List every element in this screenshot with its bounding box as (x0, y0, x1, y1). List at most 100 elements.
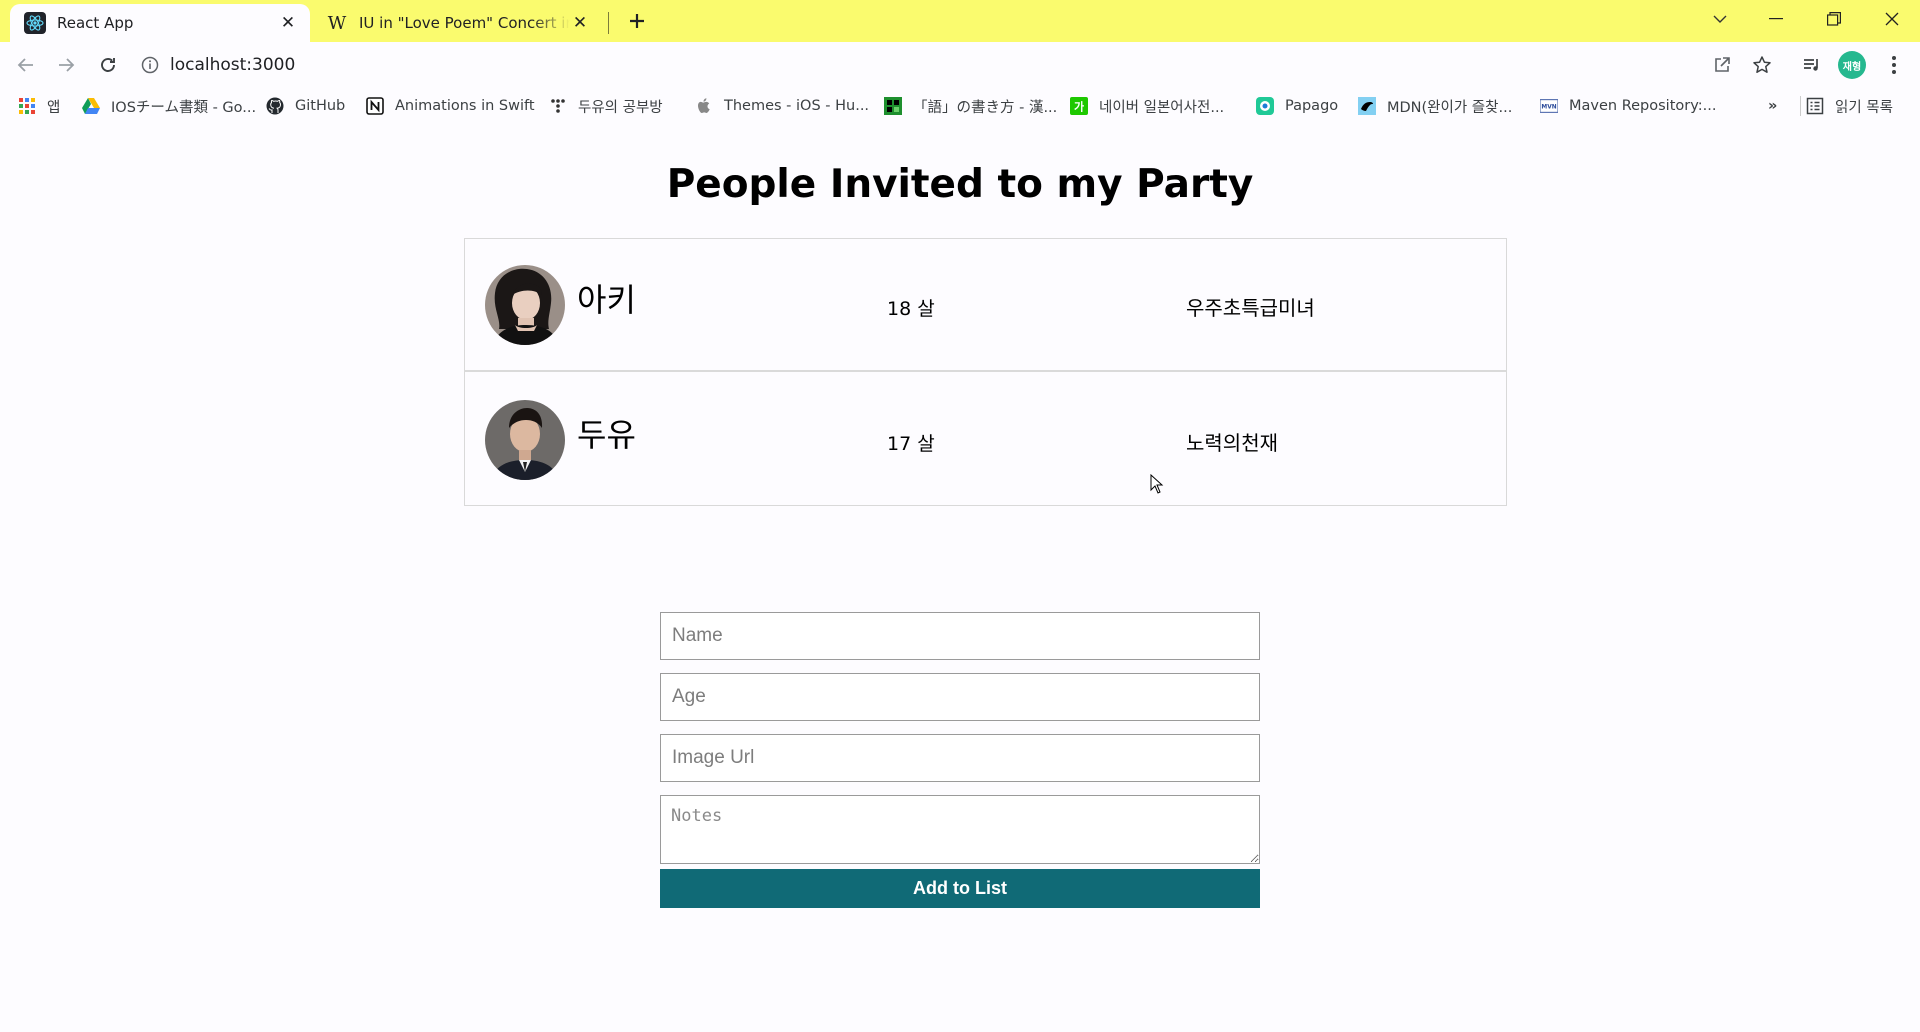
add-to-list-button[interactable]: Add to List (660, 869, 1260, 908)
mdn-icon (1358, 97, 1376, 115)
arrow-right-icon (59, 58, 75, 72)
bookmark-label: Animations in Swift (395, 98, 535, 114)
kanji-site-icon (884, 97, 902, 115)
react-icon (24, 12, 46, 34)
share-button[interactable] (1706, 49, 1738, 81)
svg-text:MVN: MVN (1541, 105, 1556, 111)
tab-react-app[interactable]: React App ✕ (10, 4, 310, 42)
bookmark-label: 두유의 공부방 (578, 99, 663, 116)
bookmark-label: IOSチーム書類 - Go... (111, 99, 257, 116)
media-control-button[interactable] (1796, 49, 1828, 81)
bookmark-naver-dict[interactable]: 가 네이버 일본어사전... (1070, 94, 1224, 118)
plus-icon (630, 14, 644, 28)
bookmark-label: GitHub (295, 98, 346, 114)
person-name: 아키 (577, 281, 636, 319)
list-item: 두유 17 살 노력의천재 (465, 374, 1506, 507)
person-note: 노력의천재 (1186, 431, 1278, 455)
close-icon (1885, 12, 1899, 26)
image-url-input[interactable] (660, 734, 1260, 782)
tab-separator (608, 12, 609, 34)
tab-search-button[interactable] (1696, 0, 1744, 38)
bookmark-study-room[interactable]: 두유의 공부방 (549, 94, 663, 118)
bookmark-label: 앱 (47, 99, 61, 116)
bookmark-maven[interactable]: MVN Maven Repository:... (1540, 94, 1716, 118)
bookmark-kanji-writing[interactable]: 「語」の書き方 - 漢... (884, 94, 1057, 118)
guest-list: 아키 18 살 우주초특급미녀 두유 17 살 노력의천재 (464, 238, 1507, 506)
apps-grid-icon (18, 97, 36, 115)
person-note: 우주초특급미녀 (1186, 296, 1315, 320)
chevron-down-icon (1713, 15, 1727, 23)
browser-toolbar: localhost:3000 (0, 42, 1920, 88)
page-content: People Invited to my Party 아키 18 살 우주초특급… (0, 124, 1920, 1032)
bookmark-ios-docs[interactable]: IOSチーム書類 - Go... (82, 94, 256, 118)
maven-icon: MVN (1540, 97, 1558, 115)
person-age: 18 살 (887, 298, 935, 320)
share-icon (1715, 57, 1730, 72)
star-icon (1753, 56, 1771, 73)
close-tab-icon[interactable]: ✕ (278, 13, 298, 33)
bookmark-github[interactable]: GitHub (266, 94, 345, 118)
new-tab-button[interactable] (622, 6, 652, 36)
age-input[interactable] (660, 673, 1260, 721)
bookmark-label: Papago (1285, 98, 1339, 114)
bookmark-label: Themes - iOS - Hu... (724, 98, 870, 114)
person-age: 17 살 (887, 433, 935, 455)
bookmark-label: 「語」の書き方 - 漢... (913, 99, 1058, 116)
naver-dict-icon: 가 (1070, 97, 1088, 115)
menu-button[interactable] (1878, 49, 1910, 81)
minimize-button[interactable] (1752, 0, 1800, 38)
avatar (485, 400, 565, 480)
bookmarks-bar: 앱 IOSチーム書類 - Go... GitHub Animations in … (0, 88, 1920, 124)
reload-icon (101, 58, 115, 72)
restore-icon (1827, 12, 1841, 26)
person-photo-icon (485, 265, 565, 345)
tab-title: React App (57, 14, 134, 32)
name-input[interactable] (660, 612, 1260, 660)
apple-icon (695, 97, 713, 115)
bookmark-label: MDN(완이가 즐찾... (1387, 99, 1513, 116)
google-drive-icon (82, 97, 100, 115)
bookmark-papago[interactable]: Papago (1256, 94, 1338, 118)
person-name: 두유 (577, 416, 636, 454)
reading-list-label: 읽기 목록 (1835, 99, 1893, 116)
bookmark-ios-themes[interactable]: Themes - iOS - Hu... (695, 94, 869, 118)
close-tab-icon[interactable]: ✕ (570, 13, 590, 33)
bookmarks-overflow-button[interactable]: » (1768, 94, 1777, 118)
minimize-icon (1769, 18, 1783, 20)
tab-strip: React App ✕ W IU in "Love Poem" Concert … (0, 0, 1920, 42)
address-bar[interactable]: localhost:3000 (140, 50, 295, 80)
notes-textarea[interactable] (660, 795, 1260, 864)
info-icon[interactable] (140, 55, 160, 75)
arrow-left-icon (17, 58, 33, 72)
person-photo-icon (485, 400, 565, 480)
more-vertical-icon (1892, 56, 1896, 74)
restore-button[interactable] (1810, 0, 1858, 38)
bookmark-animations-swift[interactable]: Animations in Swift (366, 94, 535, 118)
reload-button[interactable] (92, 49, 124, 81)
bookmark-apps[interactable]: 앱 (18, 94, 60, 118)
reading-list-icon (1806, 97, 1824, 115)
reading-list-button[interactable]: 읽기 목록 (1806, 94, 1893, 118)
close-window-button[interactable] (1868, 0, 1916, 38)
notion-icon (366, 97, 384, 115)
svg-text:가: 가 (1074, 100, 1084, 114)
playlist-icon (1804, 59, 1818, 71)
page-title: People Invited to my Party (666, 162, 1254, 207)
tab-title: IU in "Love Poem" Concert in S (359, 14, 570, 32)
url-text[interactable]: localhost:3000 (170, 55, 295, 75)
bookmark-star-button[interactable] (1746, 49, 1778, 81)
dots-icon (549, 97, 567, 115)
list-item: 아키 18 살 우주초특급미녀 (465, 239, 1506, 372)
github-icon (266, 97, 284, 115)
bookmark-mdn[interactable]: MDN(완이가 즐찾... (1358, 94, 1512, 118)
avatar (485, 265, 565, 345)
forward-button[interactable] (50, 49, 82, 81)
papago-icon (1256, 97, 1274, 115)
tab-wikipedia[interactable]: W IU in "Love Poem" Concert in S ✕ (312, 4, 602, 42)
mouse-cursor-icon (1150, 474, 1164, 494)
back-button[interactable] (10, 49, 42, 81)
bookmark-label: 네이버 일본어사전... (1099, 99, 1225, 116)
profile-avatar[interactable]: 재형 (1838, 51, 1866, 79)
wikipedia-icon: W (327, 12, 347, 34)
bookmarks-divider (1800, 96, 1801, 116)
